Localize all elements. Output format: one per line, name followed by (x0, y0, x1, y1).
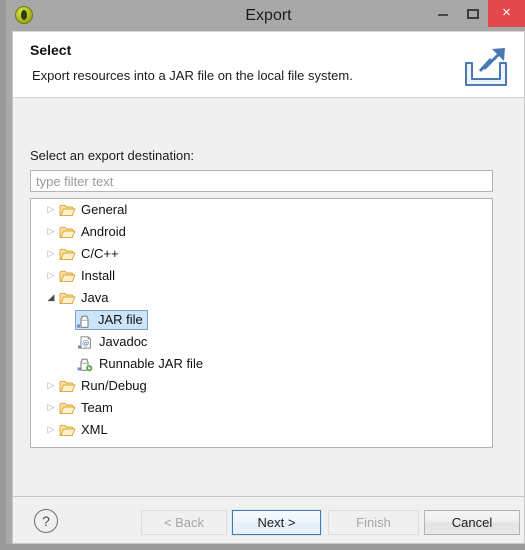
folder-icon (59, 200, 77, 222)
tree-item-xml[interactable]: ▷ XML (31, 419, 492, 441)
tree-item-c-c[interactable]: ▷ C/C++ (31, 243, 492, 265)
tree-item-label: Javadoc (99, 334, 148, 349)
folder-icon (59, 376, 77, 398)
maximize-icon (467, 9, 479, 19)
tree-item-label: C/C++ (81, 246, 119, 261)
minimize-button[interactable] (428, 0, 458, 27)
tree-item-java[interactable]: ◢ Java (31, 287, 492, 309)
folder-icon (59, 244, 77, 266)
tree-item-content[interactable]: Team (58, 397, 114, 417)
filter-input[interactable]: type filter text (30, 170, 493, 192)
close-button[interactable]: × (488, 0, 525, 27)
button-bar: ? < Back Next > Finish Cancel (13, 497, 524, 543)
tree-item-label: Runnable JAR file (99, 356, 204, 371)
chevron-right-icon[interactable]: ▷ (44, 397, 58, 419)
tree-item-label: Team (81, 400, 113, 415)
tree-item-team[interactable]: ▷ Team (31, 397, 492, 419)
chevron-right-icon[interactable]: ▷ (44, 419, 58, 441)
tree-item-content[interactable]: Android (58, 221, 127, 241)
tree-item-label: JAR file (98, 312, 143, 327)
runnable-jar-icon (77, 354, 95, 376)
tree-item-android[interactable]: ▷ Android (31, 221, 492, 243)
tree-item-label: XML (81, 422, 108, 437)
content-pane: Select an export destination: type filte… (13, 98, 524, 478)
tree-item-content[interactable]: Install (58, 265, 116, 285)
next-button[interactable]: Next > (232, 510, 321, 535)
tree-item-javadoc[interactable]: @ Javadoc (31, 331, 492, 353)
tree-item-jar-file[interactable]: JAR file (31, 309, 492, 331)
tree-item-general[interactable]: ▷ General (31, 199, 492, 221)
destination-label: Select an export destination: (30, 148, 195, 163)
folder-icon (59, 222, 77, 244)
tree-item-label: Run/Debug (81, 378, 147, 393)
tree-item-label: Android (81, 224, 126, 239)
tree-item-content[interactable]: XML (58, 419, 109, 439)
chevron-right-icon[interactable]: ▷ (44, 375, 58, 397)
tree-item-install[interactable]: ▷ Install (31, 265, 492, 287)
tree-item-label: Java (81, 290, 109, 305)
export-destination-tree[interactable]: ▷ General ▷ Android ▷ C/C++ ▷ Install ◢ Java JAR f… (30, 198, 493, 448)
maximize-button[interactable] (458, 0, 488, 27)
tree-item-label: General (81, 202, 128, 217)
chevron-right-icon[interactable]: ▷ (44, 199, 58, 221)
chevron-right-icon[interactable]: ▷ (44, 265, 58, 287)
back-button[interactable]: < Back (141, 510, 227, 535)
svg-text:@: @ (82, 339, 89, 347)
tree-item-content[interactable]: C/C++ (58, 243, 120, 263)
chevron-right-icon[interactable]: ▷ (44, 221, 58, 243)
filter-placeholder: type filter text (36, 174, 114, 189)
tree-item-content[interactable]: JAR file (75, 310, 148, 330)
chevron-right-icon[interactable]: ▷ (44, 243, 58, 265)
tree-item-runnable-jar-file[interactable]: Runnable JAR file (31, 353, 492, 375)
tree-item-content[interactable]: Java (58, 287, 109, 307)
cancel-button[interactable]: Cancel (424, 510, 520, 535)
tree-item-label: Install (81, 268, 115, 283)
close-icon: × (502, 4, 511, 21)
folder-icon (59, 266, 77, 288)
chevron-down-icon[interactable]: ◢ (44, 287, 58, 309)
export-wizard-icon (458, 39, 514, 91)
minimize-icon (438, 14, 448, 16)
folder-icon (59, 398, 77, 420)
folder-icon (59, 420, 77, 442)
jar-file-icon (76, 311, 94, 333)
tree-item-content[interactable]: Run/Debug (58, 375, 148, 395)
export-dialog-window: Export × Select Export resources into a … (0, 0, 525, 550)
wizard-header: Select Export resources into a JAR file … (13, 32, 524, 98)
tree-item-content[interactable]: General (58, 199, 128, 219)
help-button[interactable]: ? (34, 509, 58, 533)
title-bar[interactable]: Export × (6, 0, 525, 31)
folder-icon (59, 288, 77, 310)
page-description: Export resources into a JAR file on the … (32, 68, 353, 83)
page-title: Select (30, 42, 72, 58)
tree-item-content[interactable]: @ Javadoc (76, 331, 148, 351)
finish-button[interactable]: Finish (328, 510, 419, 535)
dialog-body: Select Export resources into a JAR file … (12, 31, 525, 544)
tree-item-run-debug[interactable]: ▷ Run/Debug (31, 375, 492, 397)
javadoc-icon: @ (77, 332, 95, 354)
tree-item-content[interactable]: Runnable JAR file (76, 353, 204, 373)
